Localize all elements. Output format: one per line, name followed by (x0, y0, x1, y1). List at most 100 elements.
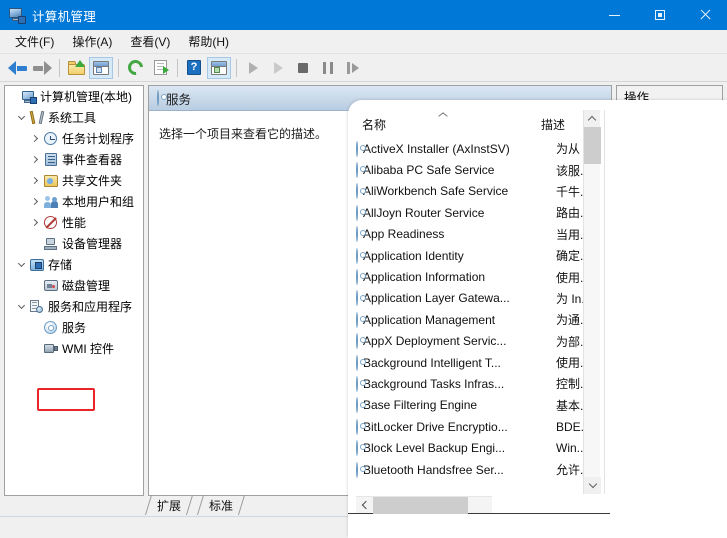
service-gear-icon (356, 375, 358, 392)
stop-service-button[interactable] (291, 57, 315, 79)
tree-node-services[interactable]: 服务 (5, 317, 143, 338)
table-row[interactable]: AppX Deployment Servic... 为部... (356, 331, 606, 352)
service-gear-icon (356, 269, 358, 286)
service-name: BitLocker Drive Encryptio... (363, 419, 508, 434)
expander-expanded-icon[interactable] (15, 301, 28, 310)
vertical-scroll-thumb[interactable] (584, 127, 601, 164)
computer-management-icon (9, 7, 26, 24)
tree-node-label: 性能 (62, 216, 87, 230)
expander-collapsed-icon[interactable] (29, 155, 42, 164)
table-row[interactable]: App Readiness 当用... (356, 224, 606, 245)
forward-button[interactable] (30, 57, 54, 79)
table-row[interactable]: Background Intelligent T... 使用... (356, 352, 606, 373)
start-service-button[interactable] (241, 57, 265, 79)
help-button[interactable]: ? (182, 57, 206, 79)
menu-view[interactable]: 查看(V) (121, 30, 179, 53)
table-row[interactable]: Application Management 为通... (356, 309, 606, 330)
minimize-button[interactable] (592, 0, 637, 30)
show-tree-button[interactable] (89, 56, 113, 79)
show-action-pane-button[interactable] (207, 56, 231, 79)
tree-node-label: 共享文件夹 (62, 174, 123, 188)
resume-service-button[interactable] (341, 57, 365, 79)
expander-expanded-icon[interactable] (15, 259, 28, 268)
action-pane-icon (211, 60, 227, 75)
resume-icon (347, 61, 359, 74)
refresh-button[interactable] (123, 56, 147, 79)
folder-up-icon (67, 59, 85, 75)
tab-extended[interactable]: 扩展 (148, 495, 190, 515)
tree-node-event-viewer[interactable]: 事件查看器 (5, 149, 143, 170)
table-row[interactable]: ActiveX Installer (AxInstSV) 为从 ... (356, 138, 606, 159)
maximize-button[interactable] (637, 0, 682, 30)
tree-node-services-and-applications[interactable]: 服务和应用程序 (5, 296, 143, 317)
computer-icon (20, 90, 37, 104)
tree-node-local-users[interactable]: 本地用户和组 (5, 191, 143, 212)
menu-action[interactable]: 操作(A) (63, 30, 121, 53)
service-name: ActiveX Installer (AxInstSV) (363, 141, 510, 156)
list-horizontal-scrollbar[interactable] (356, 496, 492, 514)
tree-node-wmi-control[interactable]: WMI 控件 (5, 338, 143, 359)
table-row[interactable]: Base Filtering Engine 基本... (356, 395, 606, 416)
tree-node-device-manager[interactable]: 设备管理器 (5, 233, 143, 254)
maximize-icon (654, 10, 665, 20)
expander-collapsed-icon[interactable] (29, 218, 42, 227)
table-row[interactable]: Bluetooth Handsfree Ser... 允许... (356, 459, 606, 480)
horizontal-scroll-thumb[interactable] (373, 496, 468, 514)
services-apps-icon (28, 300, 45, 313)
expander-collapsed-icon[interactable] (29, 176, 42, 185)
restart-service-button[interactable] (266, 57, 290, 79)
services-gear-icon (42, 321, 59, 334)
menu-help[interactable]: 帮助(H) (179, 30, 238, 53)
menu-file[interactable]: 文件(F) (6, 30, 63, 53)
column-header-name[interactable]: 名称 (356, 116, 541, 133)
export-list-icon (153, 60, 169, 75)
tree-node-storage[interactable]: 存储 (5, 254, 143, 275)
pause-service-button[interactable] (316, 57, 340, 79)
tree-node-root[interactable]: 计算机管理(本地) (5, 86, 143, 107)
tab-standard[interactable]: 标准 (200, 495, 242, 515)
service-gear-icon (356, 397, 358, 414)
sort-ascending-icon (439, 112, 448, 117)
tree-node-performance[interactable]: 性能 (5, 212, 143, 233)
scroll-down-button[interactable] (584, 477, 601, 494)
service-name: Application Identity (363, 248, 464, 263)
table-row[interactable]: Block Level Backup Engi... Win... (356, 437, 606, 458)
up-folder-button[interactable] (64, 57, 88, 79)
table-row[interactable]: Application Layer Gatewa... 为 In... (356, 288, 606, 309)
tree-node-label: 事件查看器 (62, 153, 123, 167)
tree-node-label: 服务和应用程序 (48, 300, 133, 314)
back-arrow-icon (7, 60, 27, 75)
table-row[interactable]: BitLocker Drive Encryptio... BDE... (356, 416, 606, 437)
device-manager-icon (42, 237, 59, 250)
disk-management-icon (42, 280, 59, 291)
service-name: Alibaba PC Safe Service (363, 163, 495, 178)
export-list-button[interactable] (148, 57, 172, 79)
table-row[interactable]: AliWorkbench Safe Service 千牛... (356, 181, 606, 202)
tree-node-shared-folders[interactable]: 共享文件夹 (5, 170, 143, 191)
expander-expanded-icon[interactable] (15, 112, 28, 121)
tree-node-label: 任务计划程序 (62, 132, 135, 146)
expander-collapsed-icon[interactable] (29, 134, 42, 143)
tree-node-disk-management[interactable]: 磁盘管理 (5, 275, 143, 296)
expander-collapsed-icon[interactable] (29, 197, 42, 206)
services-gear-icon (157, 90, 159, 106)
close-button[interactable] (682, 0, 727, 30)
services-list[interactable]: ActiveX Installer (AxInstSV) 为从 ... Aliba… (356, 138, 606, 480)
scroll-left-button[interactable] (356, 497, 373, 514)
tree-node-system-tools[interactable]: 系统工具 (5, 107, 143, 128)
table-row[interactable]: Application Information 使用... (356, 266, 606, 287)
console-tree[interactable]: 计算机管理(本地) 系统工具 任务计划程序 事件查看器 共享文件夹 本地用户和组… (4, 85, 144, 496)
vertical-scroll-track[interactable] (584, 164, 600, 477)
play-outline-icon (273, 61, 283, 74)
tree-node-task-scheduler[interactable]: 任务计划程序 (5, 128, 143, 149)
toolbar-separator (59, 58, 60, 77)
table-row[interactable]: Application Identity 确定... (356, 245, 606, 266)
table-row[interactable]: Alibaba PC Safe Service 该服... (356, 159, 606, 180)
toolbar-separator (177, 58, 178, 77)
table-row[interactable]: Background Tasks Infras... 控制... (356, 373, 606, 394)
list-vertical-scrollbar[interactable] (583, 110, 601, 494)
back-button[interactable] (5, 57, 29, 79)
scroll-up-button[interactable] (584, 110, 600, 127)
table-row[interactable]: AllJoyn Router Service 路由... (356, 202, 606, 223)
local-users-icon (42, 195, 59, 208)
